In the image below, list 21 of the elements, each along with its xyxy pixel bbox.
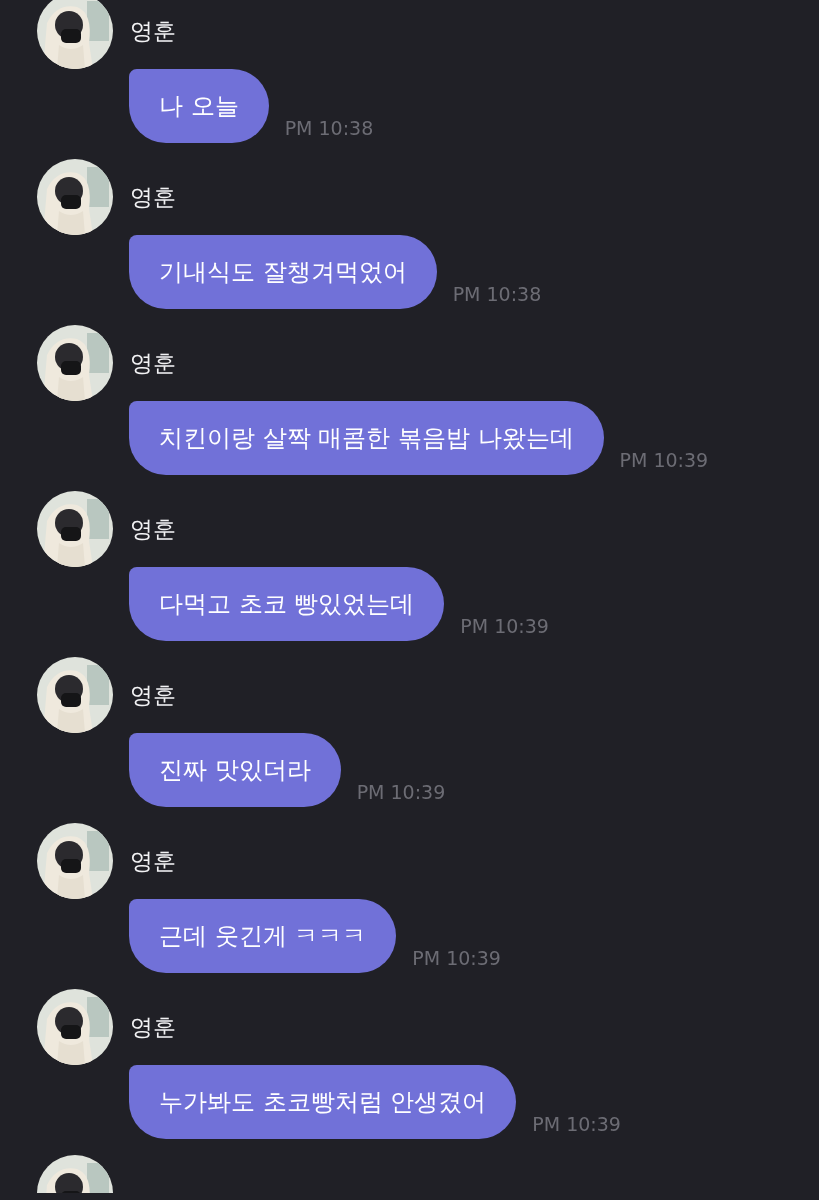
message-time: PM 10:39: [356, 781, 446, 805]
sender-name: 영훈: [130, 16, 176, 46]
sender-name: 영훈: [130, 1012, 176, 1042]
sender-name: 영훈: [130, 182, 176, 212]
message-bubble: 누가봐도 초코빵처럼 안생겼어: [129, 1065, 517, 1139]
message-time: PM 10:39: [460, 615, 549, 639]
message-bubble: 근데 웃긴게 ㅋㅋㅋ: [129, 899, 397, 973]
message-bubble: 나 오늘: [129, 69, 269, 143]
message-time: PM 10:38: [452, 283, 542, 307]
message-time: PM 10:39: [619, 449, 709, 473]
message-time: PM 10:39: [412, 947, 501, 971]
message-bubble: 기내식도 잘챙겨먹었어: [129, 235, 437, 309]
message-bubble: 다먹고 초코 빵있었는데: [129, 567, 445, 641]
sender-name: 영훈: [130, 846, 176, 876]
message-bubble: 치킨이랑 살짝 매콤한 볶음밥 나왔는데: [129, 401, 604, 475]
message-time: PM 10:38: [284, 117, 374, 141]
sender-name: 영훈: [130, 348, 176, 378]
message-bubble: 진짜 맛있더라: [129, 733, 341, 807]
sender-name: 영훈: [130, 514, 176, 544]
message-time: PM 10:39: [532, 1113, 621, 1137]
sender-name: 영훈: [130, 680, 176, 710]
